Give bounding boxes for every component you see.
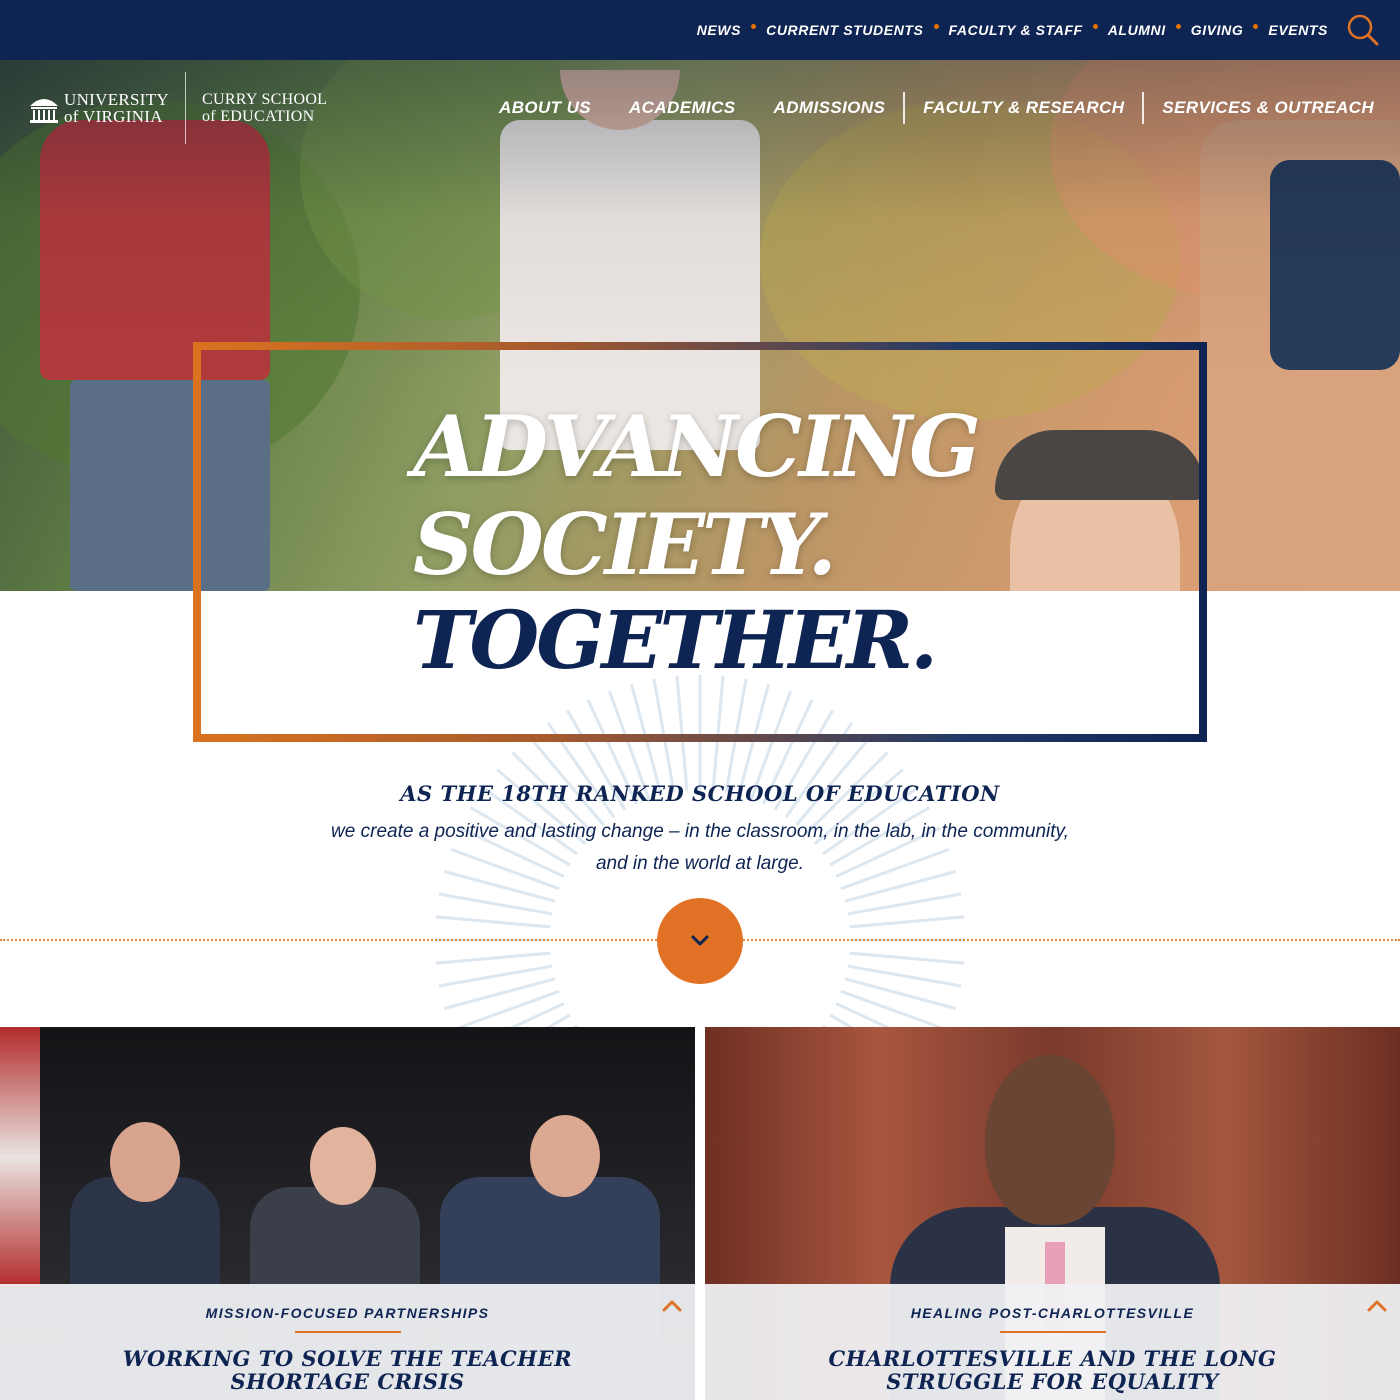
frame-top bbox=[193, 342, 1207, 350]
university-wordmark: UNIVERSITY of VIRGINIA bbox=[64, 91, 169, 125]
card-rule bbox=[999, 1331, 1106, 1333]
sunburst-ray bbox=[450, 989, 560, 1030]
frame-bottom bbox=[193, 734, 1207, 742]
utility-separator bbox=[1253, 23, 1259, 29]
sunburst-ray bbox=[849, 951, 965, 965]
chevron-up-icon[interactable] bbox=[661, 1298, 683, 1314]
card-title[interactable]: CHARLOTTESVILLE AND THE LONG STRUGGLE FO… bbox=[765, 1347, 1340, 1393]
card-rule bbox=[294, 1331, 401, 1333]
panelist-2-face bbox=[310, 1127, 376, 1205]
panelist-1-face bbox=[110, 1122, 180, 1202]
school-line2: of EDUCATION bbox=[202, 108, 315, 125]
chevron-down-icon bbox=[691, 935, 709, 946]
card-title-line2: STRUGGLE FOR EQUALITY bbox=[886, 1369, 1219, 1394]
nav-admissions[interactable]: ADMISSIONS bbox=[774, 98, 886, 118]
university-line1: UNIVERSITY bbox=[64, 90, 169, 109]
headline-line1: ADVANCING bbox=[413, 397, 981, 496]
panelist-3-face bbox=[530, 1115, 600, 1197]
card-kicker: HEALING POST-CHARLOTTESVILLE bbox=[910, 1305, 1195, 1321]
scroll-down-button[interactable] bbox=[657, 898, 743, 984]
intro-body-line2: and in the world at large. bbox=[595, 853, 805, 874]
frame-right bbox=[1199, 342, 1207, 742]
nav-separator bbox=[903, 92, 906, 124]
intro-body-line1: we create a positive and lasting change … bbox=[331, 821, 1069, 842]
utility-separator bbox=[1175, 23, 1181, 29]
search-icon[interactable] bbox=[1346, 13, 1380, 47]
portrait-face bbox=[985, 1055, 1115, 1225]
logo[interactable]: UNIVERSITY of VIRGINIA CURRY SCHOOL of E… bbox=[28, 72, 327, 144]
utility-link-events[interactable]: EVENTS bbox=[1268, 22, 1328, 38]
card-kicker: MISSION-FOCUSED PARTNERSHIPS bbox=[205, 1305, 490, 1321]
rotunda-icon bbox=[30, 99, 58, 123]
sunburst-ray bbox=[435, 915, 551, 929]
utility-bar: NEWS CURRENT STUDENTS FACULTY & STAFF AL… bbox=[0, 0, 1400, 60]
utility-separator bbox=[751, 23, 757, 29]
card-caption: MISSION-FOCUSED PARTNERSHIPS WORKING TO … bbox=[0, 1284, 695, 1400]
main-nav: ABOUT US ACADEMICS ADMISSIONS FACULTY & … bbox=[499, 88, 1374, 128]
school-wordmark: CURRY SCHOOL of EDUCATION bbox=[202, 91, 327, 125]
card-title-line2: SHORTAGE CRISIS bbox=[230, 1369, 465, 1394]
card-title-line1: CHARLOTTESVILLE AND THE LONG bbox=[828, 1346, 1277, 1371]
nav-separator bbox=[1142, 92, 1145, 124]
utility-separator bbox=[933, 23, 939, 29]
nav-services-outreach[interactable]: SERVICES & OUTREACH bbox=[1162, 98, 1374, 118]
headline-line3: TOGETHER. bbox=[413, 593, 938, 687]
sunburst-ray bbox=[840, 989, 950, 1030]
feature-card-teacher-shortage[interactable]: MISSION-FOCUSED PARTNERSHIPS WORKING TO … bbox=[0, 1027, 695, 1400]
card-title[interactable]: WORKING TO SOLVE THE TEACHER SHORTAGE CR… bbox=[60, 1347, 635, 1393]
intro-kicker: AS THE 18TH RANKED SCHOOL OF EDUCATION bbox=[400, 781, 1000, 806]
utility-link-alumni[interactable]: ALUMNI bbox=[1108, 22, 1166, 38]
school-line1: CURRY SCHOOL bbox=[202, 91, 328, 108]
nav-academics[interactable]: ACADEMICS bbox=[629, 98, 736, 118]
utility-separator bbox=[1092, 23, 1098, 29]
university-line2: of VIRGINIA bbox=[64, 107, 163, 126]
sunburst-ray bbox=[849, 915, 965, 929]
nav-about-us[interactable]: ABOUT US bbox=[499, 98, 591, 118]
logo-divider bbox=[185, 72, 186, 144]
card-caption: HEALING POST-CHARLOTTESVILLE CHARLOTTESV… bbox=[705, 1284, 1400, 1400]
intro-body: we create a positive and lasting change … bbox=[250, 816, 1150, 880]
card-title-line1: WORKING TO SOLVE THE TEACHER bbox=[122, 1346, 573, 1371]
utility-link-news[interactable]: NEWS bbox=[697, 22, 741, 38]
sunburst-ray bbox=[435, 951, 551, 965]
utility-link-giving[interactable]: GIVING bbox=[1191, 22, 1244, 38]
feature-card-charlottesville[interactable]: HEALING POST-CHARLOTTESVILLE CHARLOTTESV… bbox=[705, 1027, 1400, 1400]
utility-link-current-students[interactable]: CURRENT STUDENTS bbox=[766, 22, 923, 38]
utility-link-faculty-staff[interactable]: FACULTY & STAFF bbox=[949, 22, 1083, 38]
utility-nav: NEWS CURRENT STUDENTS FACULTY & STAFF AL… bbox=[697, 0, 1328, 60]
chevron-up-icon[interactable] bbox=[1366, 1298, 1388, 1314]
headline-line2: SOCIETY. bbox=[413, 495, 837, 594]
nav-faculty-research[interactable]: FACULTY & RESEARCH bbox=[923, 98, 1124, 118]
frame-left bbox=[193, 342, 201, 742]
flag-shape bbox=[0, 1027, 40, 1287]
